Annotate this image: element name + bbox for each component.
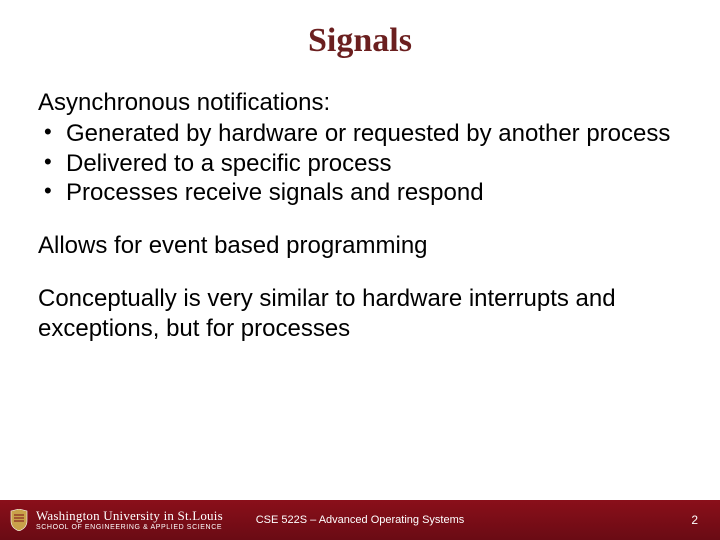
school-name: SCHOOL OF ENGINEERING & APPLIED SCIENCE — [36, 524, 223, 531]
footer-logo-block: Washington University in St.Louis SCHOOL… — [0, 509, 223, 531]
slide-title: Signals — [0, 0, 720, 74]
footer-bar: Washington University in St.Louis SCHOOL… — [0, 500, 720, 540]
university-block: Washington University in St.Louis SCHOOL… — [36, 509, 223, 531]
slide: Signals Asynchronous notifications: Gene… — [0, 0, 720, 540]
shield-icon — [10, 509, 28, 531]
list-item: Delivered to a specific process — [38, 149, 682, 178]
page-number: 2 — [691, 513, 720, 527]
slide-body: Asynchronous notifications: Generated by… — [0, 74, 720, 343]
bullet-list: Generated by hardware or requested by an… — [38, 119, 682, 207]
list-item: Generated by hardware or requested by an… — [38, 119, 682, 148]
paragraph: Conceptually is very similar to hardware… — [38, 284, 682, 343]
university-name: Washington University in St.Louis — [36, 509, 223, 522]
list-item: Processes receive signals and respond — [38, 178, 682, 207]
lead-text: Asynchronous notifications: — [38, 88, 682, 117]
paragraph: Allows for event based programming — [38, 231, 682, 260]
